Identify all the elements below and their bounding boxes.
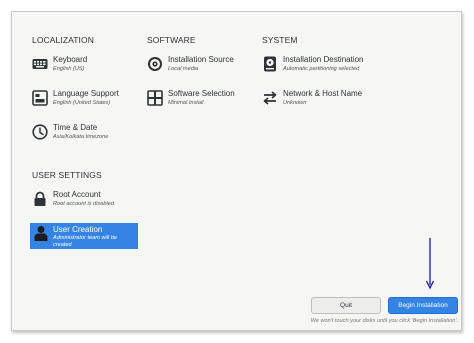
software-selection-status: Minimal Install — [168, 100, 204, 106]
footer-note: We won't touch your disks until you clic… — [310, 318, 458, 324]
installation-source-status: Local media — [168, 66, 199, 72]
installation-destination-spoke[interactable]: Installation Destination Automatic parti… — [262, 55, 382, 85]
language-icon — [32, 90, 48, 106]
root-account-spoke[interactable]: Root Account Root account is disabled — [32, 190, 152, 220]
language-support-title: Language Support — [53, 89, 119, 98]
network-hostname-status: Unknown — [283, 100, 307, 106]
user-creation-spoke[interactable]: User Creation Administrator team will be… — [30, 223, 138, 249]
section-system: SYSTEM — [262, 35, 298, 45]
installation-destination-status: Automatic partitioning selected — [283, 66, 360, 72]
quit-button[interactable]: Quit — [311, 297, 381, 314]
user-creation-status: Administrator team will be created — [53, 235, 118, 248]
lock-icon — [34, 191, 46, 206]
time-date-title: Time & Date — [53, 123, 98, 132]
time-date-status: Asia/Kolkata timezone — [53, 134, 109, 140]
section-localization: LOCALIZATION — [32, 35, 94, 45]
section-user-settings: USER SETTINGS — [32, 170, 102, 180]
network-hostname-title: Network & Host Name — [283, 89, 363, 98]
software-selection-title: Software Selection — [168, 89, 235, 98]
software-selection-spoke[interactable]: Software Selection Minimal Install — [147, 89, 267, 119]
root-account-status: Root account is disabled — [53, 201, 114, 207]
network-arrows-icon — [263, 91, 277, 105]
annotation-arrow — [425, 238, 435, 290]
package-icon — [147, 90, 163, 106]
time-date-spoke[interactable]: Time & Date Asia/Kolkata timezone — [32, 123, 152, 153]
begin-installation-button[interactable]: Begin Installation — [388, 297, 458, 314]
section-software: SOFTWARE — [147, 35, 196, 45]
keyboard-spoke[interactable]: Keyboard English (US) — [32, 55, 152, 85]
user-icon — [34, 226, 48, 241]
disc-icon — [148, 57, 162, 71]
language-support-status: English (United States) — [53, 100, 111, 106]
disk-icon — [264, 56, 276, 72]
installation-source-title: Installation Source — [168, 55, 234, 64]
root-account-title: Root Account — [53, 190, 101, 199]
network-hostname-spoke[interactable]: Network & Host Name Unknown — [262, 89, 382, 119]
user-creation-title: User Creation — [53, 225, 103, 234]
language-support-spoke[interactable]: Language Support English (United States) — [32, 89, 152, 119]
installation-source-spoke[interactable]: Installation Source Local media — [147, 55, 267, 85]
clock-icon — [32, 124, 48, 140]
installation-destination-title: Installation Destination — [283, 55, 364, 64]
keyboard-status: English (US) — [53, 66, 85, 72]
keyboard-icon — [32, 59, 48, 69]
keyboard-title: Keyboard — [53, 55, 88, 64]
